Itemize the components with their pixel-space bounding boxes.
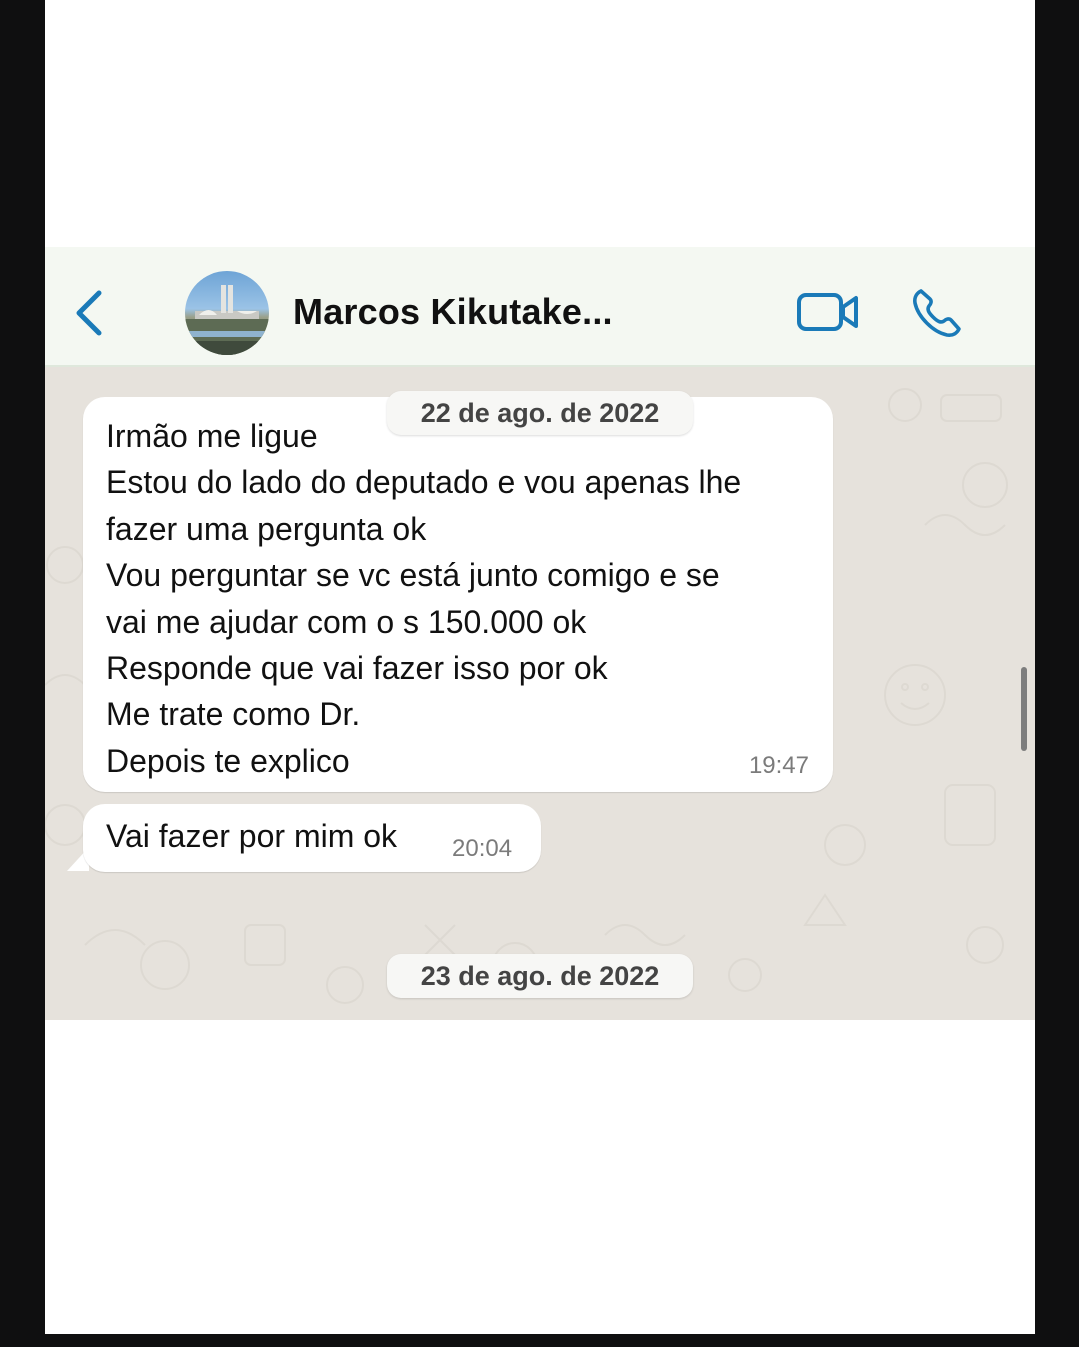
date-separator: 23 de ago. de 2022: [387, 954, 693, 998]
message-line: Vou perguntar se vc está junto comigo e …: [106, 557, 720, 594]
message-line: vai me ajudar com o s 150.000 ok: [106, 603, 587, 640]
right-border: [1035, 0, 1079, 1347]
building-photo-icon: [185, 285, 269, 355]
message-line: Me trate como Dr.: [106, 696, 361, 733]
message-text: Vai fazer por mim ok: [106, 818, 398, 854]
date-separator: 22 de ago. de 2022: [387, 391, 693, 435]
message-line: Responde que vai fazer isso por ok: [106, 650, 608, 687]
message-timestamp: 19:47: [748, 752, 809, 779]
back-chevron-icon[interactable]: [73, 289, 107, 337]
phone-icon[interactable]: [911, 287, 963, 339]
message-line: fazer uma pergunta ok: [106, 510, 427, 547]
incoming-message[interactable]: Irmão me ligue Estou do lado do deputado…: [83, 397, 833, 792]
contact-avatar[interactable]: [185, 271, 269, 355]
screenshot-frame: Marcos Kikutake... 22 de ago. de 2022 Ir…: [45, 0, 1035, 1334]
incoming-message[interactable]: Vai fazer por mim ok 20:04: [83, 804, 541, 872]
scrollbar[interactable]: [1021, 667, 1027, 751]
video-camera-icon[interactable]: [797, 291, 859, 333]
chat-screen: Marcos Kikutake... 22 de ago. de 2022 Ir…: [45, 247, 1035, 1020]
contact-name[interactable]: Marcos Kikutake...: [293, 291, 613, 333]
message-timestamp: 20:04: [452, 835, 513, 862]
message-line: Depois te explico: [106, 742, 350, 779]
chat-header: Marcos Kikutake...: [45, 247, 1035, 367]
message-line: Estou do lado do deputado e vou apenas l…: [106, 464, 742, 501]
message-text: Irmão me ligue Estou do lado do deputado…: [106, 413, 741, 784]
